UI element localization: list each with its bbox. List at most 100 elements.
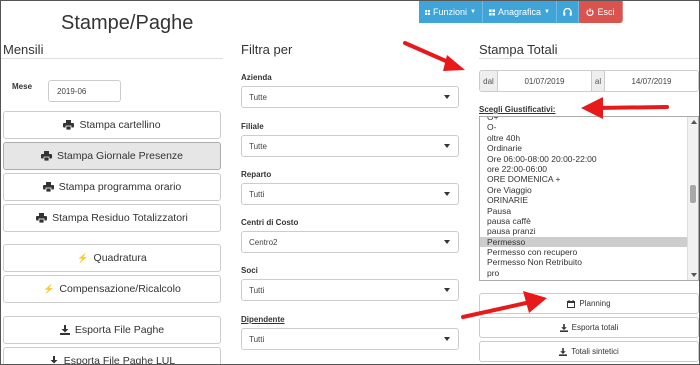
button-label: Esporta File Paghe LUL bbox=[63, 355, 176, 365]
caret-down-icon bbox=[444, 192, 450, 196]
totali-sintetici-button[interactable]: Totali sintetici bbox=[479, 341, 699, 362]
button-label: Compensazione/Ricalcolo bbox=[59, 283, 181, 295]
select-value: Tutte bbox=[249, 92, 267, 102]
app-frame: Funzioni ▼ Anagrafica ▼ Esci Stampe/Pagh… bbox=[0, 0, 700, 365]
filiale-label: Filiale bbox=[241, 122, 264, 131]
button-label: Stampa cartellino bbox=[79, 119, 161, 131]
printer-icon bbox=[40, 151, 52, 161]
select-value: Tutti bbox=[249, 189, 265, 199]
funzioni-menu-button[interactable]: Funzioni ▼ bbox=[419, 1, 483, 23]
filiale-select[interactable]: Tutte bbox=[241, 135, 459, 157]
button-label: Esporta totali bbox=[571, 323, 619, 332]
soci-select[interactable]: Tutti bbox=[241, 279, 459, 301]
giustificativo-option[interactable]: Permesso bbox=[480, 236, 688, 248]
button-label: Planning bbox=[579, 299, 611, 308]
filtra-heading: Filtra per bbox=[241, 42, 293, 57]
select-value: Tutte bbox=[249, 141, 267, 151]
grid-icon bbox=[425, 9, 431, 15]
al-label: al bbox=[591, 71, 605, 91]
caret-down-icon bbox=[444, 337, 450, 341]
bolt-icon: ⚡ bbox=[77, 252, 89, 263]
caret-down-icon bbox=[444, 240, 450, 244]
giustificativo-option[interactable]: ORINARIE bbox=[480, 195, 688, 205]
giustificativo-option[interactable]: pro bbox=[480, 268, 688, 278]
caret-down-icon: ▼ bbox=[544, 9, 550, 15]
stampa-giornale-presenze-button[interactable]: Stampa Giornale Presenze bbox=[3, 142, 221, 170]
stampa-programma-orario-button[interactable]: Stampa programma orario bbox=[3, 173, 221, 201]
giustificativo-option[interactable]: ORE DOMENICA + bbox=[480, 174, 688, 184]
annotation-arrow-planning bbox=[461, 291, 547, 319]
mese-input[interactable]: 2019-06 bbox=[48, 80, 121, 102]
dipendente-label: Dipendente bbox=[241, 315, 285, 324]
headphones-icon bbox=[563, 8, 572, 16]
giustificativo-option[interactable]: oltre 40h bbox=[480, 133, 688, 143]
centri-di-costo-label: Centri di Costo bbox=[241, 218, 299, 227]
giustificativo-option[interactable]: O- bbox=[480, 122, 688, 132]
giustificativi-listbox[interactable]: O+ O-oltre 40h Ordinarie Ore 06:00-08:00 20… bbox=[479, 116, 699, 281]
button-label: Quadratura bbox=[93, 252, 147, 264]
button-label: Esporta File Paghe bbox=[74, 324, 165, 336]
giustificativo-option[interactable]: pausa caffè bbox=[480, 216, 688, 226]
scroll-down-icon[interactable] bbox=[691, 273, 697, 277]
al-date-input[interactable]: 14/07/2019 bbox=[605, 71, 698, 91]
soci-label: Soci bbox=[241, 266, 258, 275]
caret-down-icon: ▼ bbox=[470, 9, 476, 15]
scroll-up-icon[interactable] bbox=[691, 120, 697, 124]
top-toolbar: Funzioni ▼ Anagrafica ▼ Esci bbox=[419, 1, 623, 23]
anagrafica-menu-button[interactable]: Anagrafica ▼ bbox=[483, 1, 557, 23]
giustificativo-option[interactable]: Ore Viaggio bbox=[480, 185, 688, 195]
scroll-thumb[interactable] bbox=[690, 185, 696, 203]
power-icon bbox=[586, 8, 595, 16]
giustificativi-label: Scegli Giustificativi: bbox=[479, 105, 556, 114]
reparto-select[interactable]: Tutti bbox=[241, 183, 459, 205]
mensili-heading: Mensili bbox=[3, 42, 44, 57]
esporta-file-paghe-button[interactable]: Esporta File Paghe bbox=[3, 316, 221, 344]
caret-down-icon bbox=[444, 95, 450, 99]
listbox-scrollbar[interactable] bbox=[687, 117, 698, 280]
download-icon bbox=[559, 323, 568, 332]
select-value: Centro2 bbox=[249, 237, 278, 247]
support-button[interactable] bbox=[557, 1, 579, 23]
giustificativo-option[interactable]: Permesso Non Retribuito bbox=[480, 257, 688, 267]
esci-button[interactable]: Esci bbox=[579, 1, 623, 23]
button-label: Stampa Residuo Totalizzatori bbox=[52, 212, 188, 224]
dipendente-select[interactable]: Tutti bbox=[241, 328, 459, 350]
annotation-arrow-giustificativi bbox=[581, 97, 669, 119]
button-label: Totali sintetici bbox=[571, 347, 619, 356]
download-icon bbox=[59, 325, 70, 335]
funzioni-label: Funzioni bbox=[433, 7, 468, 17]
printer-icon bbox=[36, 213, 48, 223]
bolt-icon: ⚡ bbox=[43, 283, 55, 294]
reparto-label: Reparto bbox=[241, 170, 272, 179]
azienda-select[interactable]: Tutte bbox=[241, 86, 459, 108]
button-label: Stampa Giornale Presenze bbox=[56, 150, 184, 162]
giustificativo-option[interactable]: Ore 06:00-08:00 20:00-22:00 bbox=[480, 154, 688, 164]
page-title: Stampe/Paghe bbox=[61, 12, 194, 34]
totali-divider bbox=[479, 58, 699, 59]
giustificativo-option[interactable]: Permesso con recupero bbox=[480, 247, 688, 257]
printer-icon bbox=[63, 120, 75, 130]
compensazione-ricalcolo-button[interactable]: ⚡ Compensazione/Ricalcolo bbox=[3, 275, 221, 303]
printer-icon bbox=[42, 182, 54, 192]
centri-di-costo-select[interactable]: Centro2 bbox=[241, 231, 459, 253]
esporta-file-paghe-lul-button[interactable]: Esporta File Paghe LUL bbox=[3, 347, 221, 365]
stampa-residuo-totalizzatori-button[interactable]: Stampa Residuo Totalizzatori bbox=[3, 204, 221, 232]
totali-heading: Stampa Totali bbox=[479, 42, 558, 57]
giustificativo-option[interactable]: ore 22:00-06:00 bbox=[480, 164, 688, 174]
giustificativo-option[interactable]: Ordinarie bbox=[480, 143, 688, 153]
date-range-group: dal 01/07/2019 al 14/07/2019 bbox=[479, 70, 699, 92]
button-label: Stampa programma orario bbox=[58, 181, 182, 193]
giustificativo-option[interactable]: pausa pranzi bbox=[480, 226, 688, 236]
caret-down-icon bbox=[444, 144, 450, 148]
dal-date-input[interactable]: 01/07/2019 bbox=[498, 71, 591, 91]
giustificativo-option[interactable]: Pausa bbox=[480, 206, 688, 216]
quadratura-button[interactable]: ⚡ Quadratura bbox=[3, 244, 221, 272]
dal-label: dal bbox=[480, 71, 498, 91]
grid-icon bbox=[489, 8, 496, 16]
mese-label: Mese bbox=[12, 82, 33, 91]
select-value: Tutti bbox=[249, 285, 265, 295]
caret-down-icon bbox=[444, 288, 450, 292]
annotation-arrow-dates bbox=[403, 41, 465, 71]
stampa-cartellino-button[interactable]: Stampa cartellino bbox=[3, 111, 221, 139]
esci-label: Esci bbox=[597, 7, 615, 17]
